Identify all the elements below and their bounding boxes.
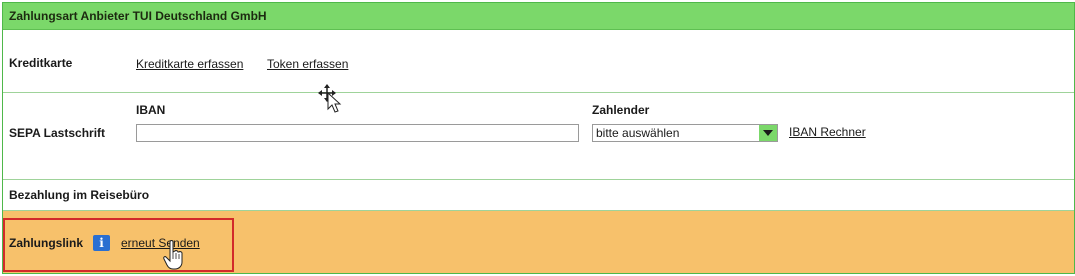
highlight-box (3, 218, 234, 272)
zahlender-label: Zahlender (592, 103, 650, 117)
reisebuero-row: Bezahlung im Reisebüro (3, 180, 1074, 211)
move-cursor-icon (318, 84, 342, 113)
iban-label: IBAN (136, 103, 166, 117)
kreditkarte-row: Kreditkarte Kreditkarte erfassen Token e… (3, 30, 1074, 93)
panel-title: Zahlungsart Anbieter TUI Deutschland Gmb… (3, 3, 1074, 30)
sepa-row: IBAN Zahlender SEPA Lastschrift bitte au… (3, 93, 1074, 180)
hand-cursor-icon (163, 240, 183, 270)
iban-rechner-link[interactable]: IBAN Rechner (789, 125, 866, 139)
kreditkarte-label: Kreditkarte (9, 56, 73, 70)
zahlender-selected-value: bitte auswählen (596, 126, 680, 140)
iban-input[interactable] (136, 124, 579, 142)
kreditkarte-erfassen-link[interactable]: Kreditkarte erfassen (136, 57, 243, 71)
reisebuero-label: Bezahlung im Reisebüro (9, 188, 150, 202)
zahlender-select[interactable]: bitte auswählen (592, 124, 778, 142)
chevron-down-icon[interactable] (759, 125, 777, 141)
token-erfassen-link[interactable]: Token erfassen (267, 57, 348, 71)
sepa-label: SEPA Lastschrift (9, 126, 106, 140)
